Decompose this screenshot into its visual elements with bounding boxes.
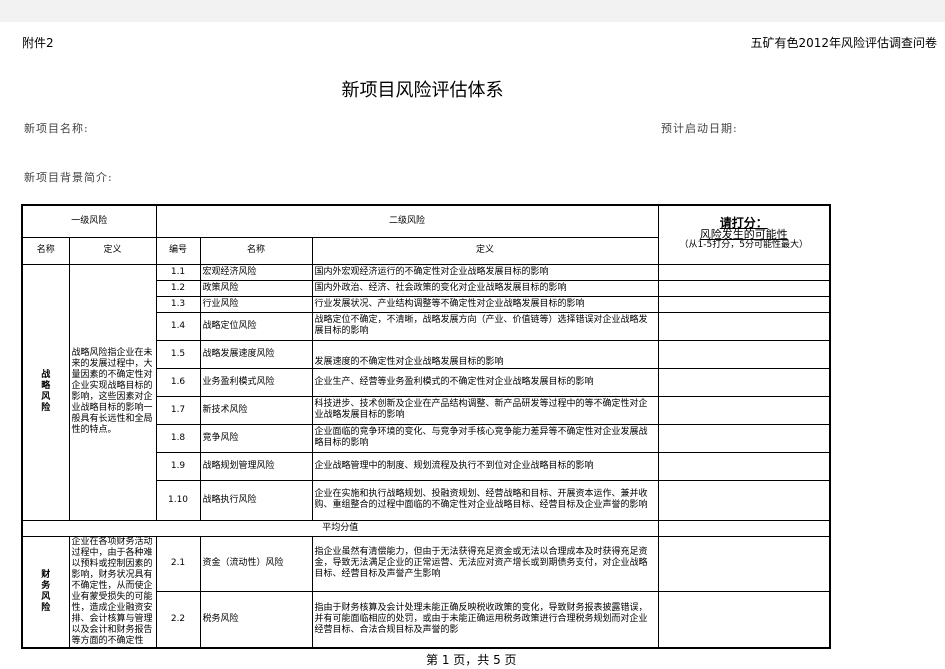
score-input[interactable] xyxy=(657,311,831,341)
risk-no: 1.5 xyxy=(155,339,201,369)
risk-def: 指由于财务核算及会计处理未能正确反映税收政策的变化，导致财务报表披露错误，并有可… xyxy=(311,591,659,648)
risk-no: 1.7 xyxy=(155,395,201,425)
risk-table: 一级风险 二级风险 请打分： 风险发生的可能性 （从1-5打分，5分可能性最大）… xyxy=(21,204,832,649)
risk-name: 业务盈利模式风险 xyxy=(199,367,313,397)
attachment-label: 附件2 xyxy=(22,36,54,50)
project-name-label: 新项目名称: xyxy=(24,122,89,135)
page-footer: 第 1 页，共 5 页 xyxy=(426,653,517,667)
risk-def: 企业战略管理中的制度、规划流程及执行不到位对企业战略目标的影响 xyxy=(311,451,659,481)
strategic-risk-definition: 战略风险指企业在未来的发展过程中，大量因素的不确定性对企业实现战略目标的影响，这… xyxy=(68,263,157,521)
risk-def: 企业在实施和执行战略规划、投融资规划、经营战略和目标、开展资本运作、兼并收购、重… xyxy=(311,479,659,521)
risk-no: 1.6 xyxy=(155,367,201,397)
risk-def: 行业发展状况、产业结构调整等不确定性对企业战略发展目标的影响 xyxy=(311,295,659,313)
score-input[interactable] xyxy=(657,279,831,297)
average-score-label: 平均分值 xyxy=(21,519,659,537)
background-label: 新项目背景简介: xyxy=(24,171,113,184)
score-input[interactable] xyxy=(657,451,831,481)
col-name2: 名称 xyxy=(199,236,313,265)
risk-def: 国内外政治、经济、社会政策的变化对企业战略发展目标的影响 xyxy=(311,279,659,297)
score-subtitle: 风险发生的可能性 xyxy=(699,228,788,242)
risk-no: 1.10 xyxy=(155,479,201,521)
score-input[interactable] xyxy=(657,479,831,521)
score-input[interactable] xyxy=(657,423,831,453)
start-date-label: 预计启动日期: xyxy=(661,122,738,135)
risk-name: 税务风险 xyxy=(199,591,313,648)
risk-name: 战略定位风险 xyxy=(199,311,313,341)
risk-name: 竞争风险 xyxy=(199,423,313,453)
risk-def: 科技进步、技术创新及企业在产品结构调整、新产品研发等过程中的等不确定性对企业战略… xyxy=(311,395,659,425)
average-score-value xyxy=(657,519,831,537)
risk-no: 1.9 xyxy=(155,451,201,481)
risk-no: 2.1 xyxy=(155,535,201,593)
risk-no: 1.8 xyxy=(155,423,201,453)
risk-name: 行业风险 xyxy=(199,295,313,313)
score-input[interactable] xyxy=(657,591,831,648)
risk-no: 1.4 xyxy=(155,311,201,341)
risk-def: 企业面临的竞争环境的变化、与竞争对手核心竞争能力差异等不确定性对企业发展战略目标… xyxy=(311,423,659,453)
col-no: 编号 xyxy=(155,236,201,265)
survey-title: 五矿有色2012年风险评估调查问卷 xyxy=(750,36,937,50)
score-input[interactable] xyxy=(657,339,831,369)
risk-name: 战略执行风险 xyxy=(199,479,313,521)
finance-risk-definition: 企业在各项财务活动过程中，由于各种难以预料或控制因素的影响，财务状况具有不确定性… xyxy=(68,535,157,648)
risk-def: 企业生产、经营等业务盈利模式的不确定性对企业战略发展目标的影响 xyxy=(311,367,659,397)
risk-name: 新技术风险 xyxy=(199,395,313,425)
risk-def: 指企业虽然有清偿能力，但由于无法获得充足资金或无法以合理成本及时获得充足资金，导… xyxy=(311,535,659,593)
risk-no: 1.1 xyxy=(155,263,201,281)
risk-name: 宏观经济风险 xyxy=(199,263,313,281)
risk-name: 战略规划管理风险 xyxy=(199,451,313,481)
col-def: 定义 xyxy=(68,236,157,265)
risk-name: 资金（流动性）风险 xyxy=(199,535,313,593)
risk-def: 发展速度的不确定性对企业战略发展目标的影响 xyxy=(311,339,659,369)
score-input[interactable] xyxy=(657,395,831,425)
risk-no: 1.2 xyxy=(155,279,201,297)
score-input[interactable] xyxy=(657,367,831,397)
document-page: 附件2 五矿有色2012年风险评估调查问卷 新项目风险评估体系 新项目名称: 预… xyxy=(0,22,945,669)
score-input[interactable] xyxy=(657,263,831,281)
strategic-risk-name: 战略风险 xyxy=(21,263,70,521)
risk-def: 战略定位不确定，不清晰，战略发展方向（产业、价值链等）选择错误对企业战略发展目标… xyxy=(311,311,659,341)
risk-def: 国内外宏观经济运行的不确定性对企业战略发展目标的影响 xyxy=(311,263,659,281)
risk-no: 1.3 xyxy=(155,295,201,313)
risk-no: 2.2 xyxy=(155,591,201,648)
col-name: 名称 xyxy=(21,236,70,265)
finance-risk-name: 财务风险 xyxy=(21,535,70,648)
score-header: 请打分： 风险发生的可能性 （从1-5打分，5分可能性最大） xyxy=(657,204,831,265)
page-title: 新项目风险评估体系 xyxy=(341,80,504,101)
risk-name: 战略发展速度风险 xyxy=(199,339,313,369)
score-input[interactable] xyxy=(657,295,831,313)
score-input[interactable] xyxy=(657,535,831,593)
col-def2: 定义 xyxy=(311,236,659,265)
level1-header: 一级风险 xyxy=(21,204,157,238)
risk-name: 政策风险 xyxy=(199,279,313,297)
level2-header: 二级风险 xyxy=(155,204,659,238)
score-note: （从1-5打分，5分可能性最大） xyxy=(679,240,808,251)
